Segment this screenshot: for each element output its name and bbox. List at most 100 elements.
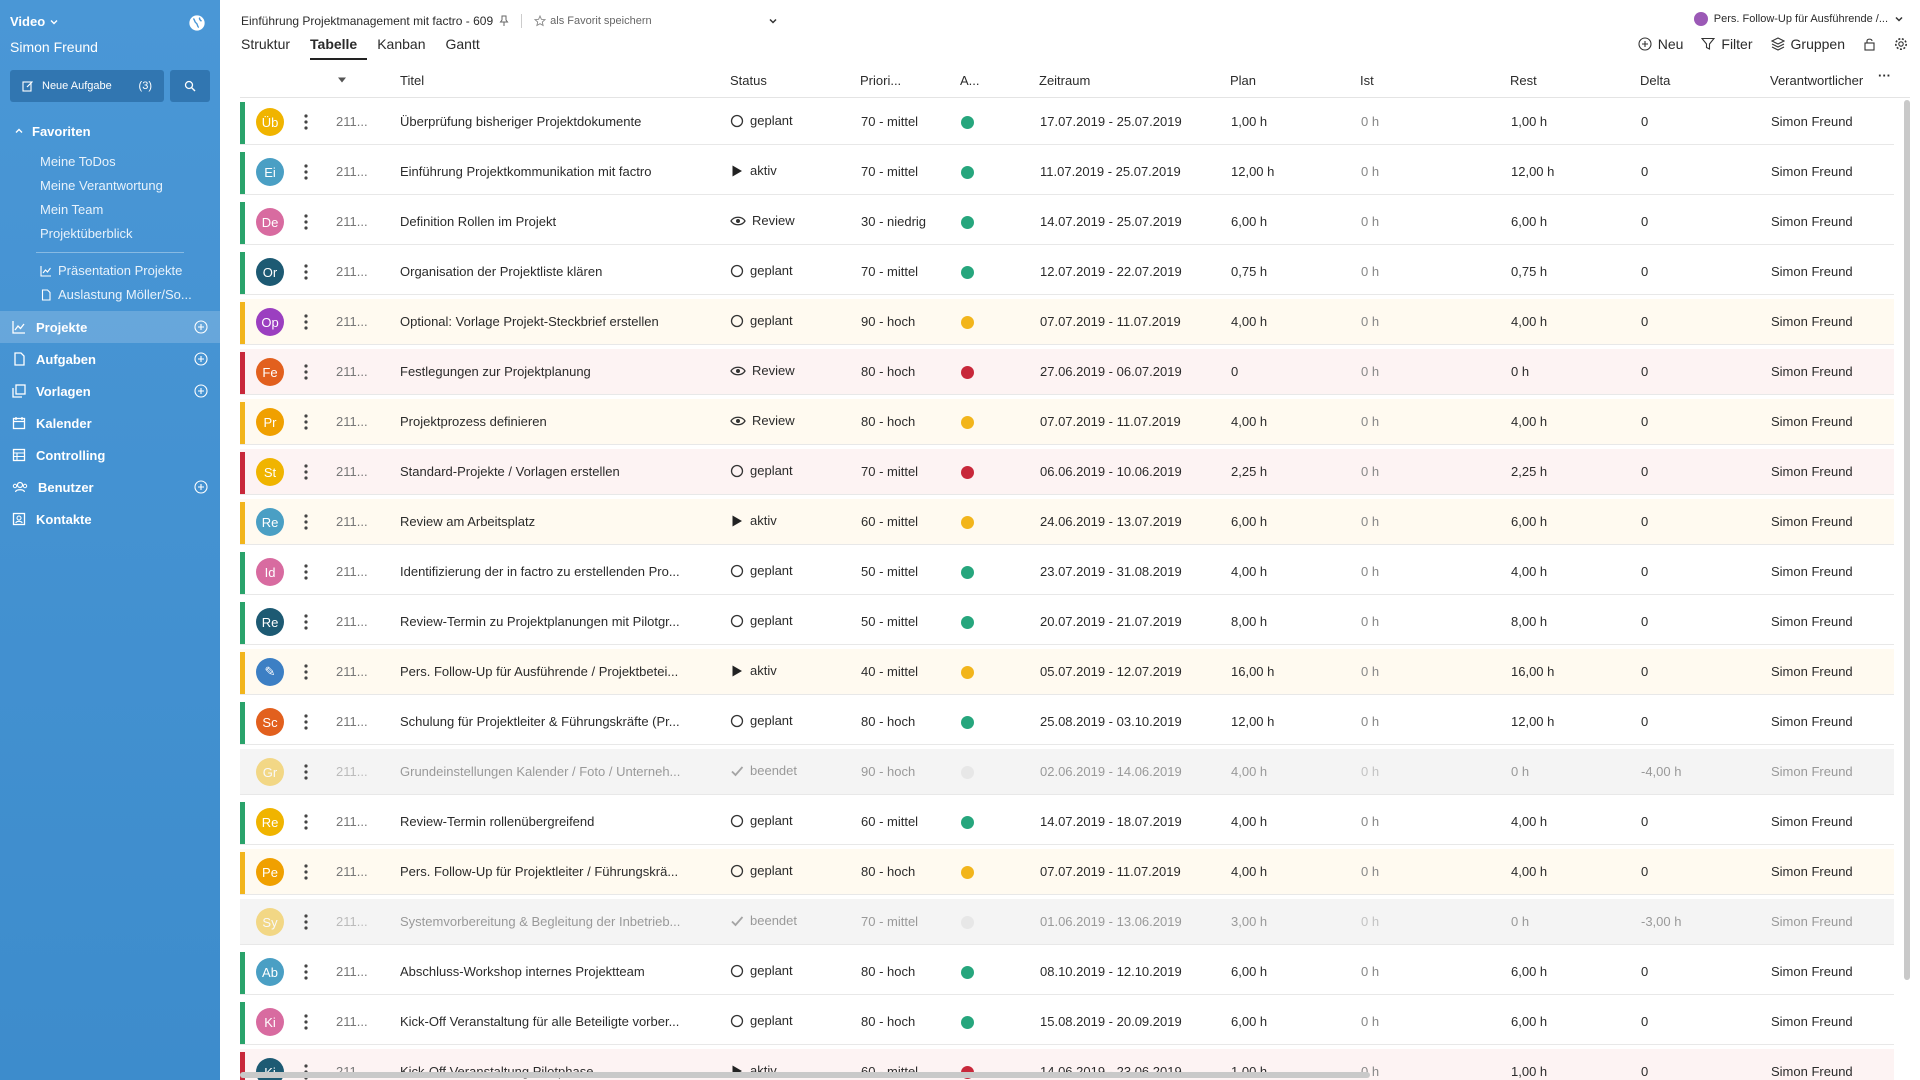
saved-view-selector[interactable]: Pers. Follow-Up für Ausführende /... bbox=[1693, 12, 1904, 26]
more-vertical-icon[interactable] bbox=[304, 913, 308, 931]
avatar[interactable]: Op bbox=[256, 308, 284, 336]
task-status[interactable]: beendet bbox=[730, 913, 797, 928]
favorite-item[interactable]: Meine Verantwortung bbox=[0, 174, 220, 198]
table-row[interactable]: De 211... Definition Rollen im Projekt Revi… bbox=[240, 199, 1894, 245]
task-title[interactable]: Festlegungen zur Projektplanung bbox=[400, 364, 591, 379]
task-title[interactable]: Grundeinstellungen Kalender / Foto / Unt… bbox=[400, 764, 680, 779]
more-vertical-icon[interactable] bbox=[304, 713, 308, 731]
task-title[interactable]: Identifizierung der in factro zu erstell… bbox=[400, 564, 680, 579]
task-title[interactable]: Optional: Vorlage Projekt-Steckbrief ers… bbox=[400, 314, 659, 329]
more-vertical-icon[interactable] bbox=[304, 413, 308, 431]
nav-kalender[interactable]: Kalender bbox=[0, 407, 220, 439]
table-row[interactable]: Sy 211... Systemvorbereitung & Begleitung … bbox=[240, 899, 1894, 945]
table-row[interactable]: St 211... Standard-Projekte / Vorlagen ers… bbox=[240, 449, 1894, 495]
column-rest[interactable]: Rest bbox=[1510, 73, 1537, 88]
avatar[interactable]: ✎ bbox=[256, 658, 284, 686]
column-delta[interactable]: Delta bbox=[1640, 73, 1670, 88]
add-icon[interactable] bbox=[194, 384, 208, 398]
task-title[interactable]: Review-Termin rollenübergreifend bbox=[400, 814, 594, 829]
more-vertical-icon[interactable] bbox=[304, 963, 308, 981]
nav-kontakte[interactable]: Kontakte bbox=[0, 503, 220, 535]
task-status[interactable]: aktiv bbox=[730, 663, 777, 678]
task-title[interactable]: Kick-Off Veranstaltung für alle Beteilig… bbox=[400, 1014, 679, 1029]
add-icon[interactable] bbox=[194, 480, 208, 494]
pinned-item[interactable]: Präsentation Projekte bbox=[0, 259, 220, 283]
task-status[interactable]: aktiv bbox=[730, 513, 777, 528]
pin-icon[interactable] bbox=[499, 15, 509, 27]
avatar[interactable]: Re bbox=[256, 508, 284, 536]
column-status[interactable]: Status bbox=[730, 73, 767, 88]
task-status[interactable]: Review bbox=[730, 413, 795, 428]
tab-tabelle[interactable]: Tabelle bbox=[310, 36, 368, 60]
add-icon[interactable] bbox=[194, 320, 208, 334]
more-vertical-icon[interactable] bbox=[304, 513, 308, 531]
more-vertical-icon[interactable] bbox=[304, 613, 308, 631]
task-status[interactable]: geplant bbox=[730, 613, 793, 628]
table-row[interactable]: ✎ 211... Pers. Follow-Up für Ausführende /… bbox=[240, 649, 1894, 695]
avatar[interactable]: Ab bbox=[256, 958, 284, 986]
avatar[interactable]: St bbox=[256, 458, 284, 486]
table-row[interactable]: Op 211... Optional: Vorlage Projekt-Steckb… bbox=[240, 299, 1894, 345]
task-title[interactable]: Systemvorbereitung & Begleitung der Inbe… bbox=[400, 914, 680, 929]
task-status[interactable]: geplant bbox=[730, 713, 793, 728]
task-status[interactable]: geplant bbox=[730, 313, 793, 328]
avatar[interactable]: Üb bbox=[256, 108, 284, 136]
more-vertical-icon[interactable] bbox=[304, 213, 308, 231]
task-status[interactable]: geplant bbox=[730, 563, 793, 578]
avatar[interactable]: Ki bbox=[256, 1008, 284, 1036]
table-row[interactable]: Re 211... Review am Arbeitsplatz aktiv 60 - … bbox=[240, 499, 1894, 545]
more-vertical-icon[interactable] bbox=[304, 313, 308, 331]
more-icon[interactable]: ··· bbox=[1878, 68, 1891, 83]
new-task-button[interactable]: Neue Aufgabe (3) bbox=[10, 70, 164, 102]
chevron-down-icon[interactable] bbox=[768, 16, 778, 26]
avatar[interactable]: De bbox=[256, 208, 284, 236]
column-title[interactable]: Titel bbox=[400, 73, 424, 88]
task-status[interactable]: geplant bbox=[730, 263, 793, 278]
avatar[interactable]: Gr bbox=[256, 758, 284, 786]
task-status[interactable]: geplant bbox=[730, 813, 793, 828]
tab-kanban[interactable]: Kanban bbox=[377, 36, 435, 60]
table-row[interactable]: Re 211... Review-Termin zu Projektplanunge… bbox=[240, 599, 1894, 645]
more-vertical-icon[interactable] bbox=[304, 263, 308, 281]
table-row[interactable]: Fe 211... Festlegungen zur Projektplanung R… bbox=[240, 349, 1894, 395]
avatar[interactable]: Pr bbox=[256, 408, 284, 436]
globe-icon[interactable] bbox=[188, 14, 206, 32]
sort-caret-icon[interactable] bbox=[337, 77, 347, 83]
task-title[interactable]: Pers. Follow-Up für Ausführende / Projek… bbox=[400, 664, 678, 679]
more-vertical-icon[interactable] bbox=[304, 113, 308, 131]
table-row[interactable]: Ki 211... Kick-Off Veranstaltung für alle … bbox=[240, 999, 1894, 1045]
column-range[interactable]: Zeitraum bbox=[1039, 73, 1090, 88]
column-a[interactable]: A... bbox=[960, 73, 980, 88]
task-title[interactable]: Standard-Projekte / Vorlagen erstellen bbox=[400, 464, 620, 479]
more-vertical-icon[interactable] bbox=[304, 563, 308, 581]
avatar[interactable]: Id bbox=[256, 558, 284, 586]
avatar[interactable]: Ei bbox=[256, 158, 284, 186]
task-status[interactable]: beendet bbox=[730, 763, 797, 778]
table-row[interactable]: Pr 211... Projektprozess definieren Review 8… bbox=[240, 399, 1894, 445]
table-row[interactable]: Üb 211... Überprüfung bisheriger Projektdo… bbox=[240, 99, 1894, 145]
avatar[interactable]: Sc bbox=[256, 708, 284, 736]
task-status[interactable]: geplant bbox=[730, 1013, 793, 1028]
tab-struktur[interactable]: Struktur bbox=[241, 36, 300, 60]
vertical-scrollbar[interactable] bbox=[1904, 100, 1910, 980]
table-row[interactable]: Pe 211... Pers. Follow-Up für Projektleite… bbox=[240, 849, 1894, 895]
avatar[interactable]: Sy bbox=[256, 908, 284, 936]
task-status[interactable]: aktiv bbox=[730, 163, 777, 178]
nav-controlling[interactable]: Controlling bbox=[0, 439, 220, 471]
avatar[interactable]: Pe bbox=[256, 858, 284, 886]
task-status[interactable]: geplant bbox=[730, 863, 793, 878]
tab-gantt[interactable]: Gantt bbox=[446, 36, 490, 60]
filter-button[interactable]: Filter bbox=[1701, 36, 1753, 52]
avatar[interactable]: Fe bbox=[256, 358, 284, 386]
table-row[interactable]: Id 211... Identifizierung der in factro zu… bbox=[240, 549, 1894, 595]
avatar[interactable]: Re bbox=[256, 808, 284, 836]
more-vertical-icon[interactable] bbox=[304, 363, 308, 381]
lock-icon[interactable] bbox=[1863, 37, 1876, 51]
task-status[interactable]: geplant bbox=[730, 463, 793, 478]
add-icon[interactable] bbox=[194, 352, 208, 366]
favorite-toggle[interactable]: als Favorit speichern bbox=[534, 15, 652, 27]
more-vertical-icon[interactable] bbox=[304, 463, 308, 481]
task-title[interactable]: Einführung Projektkommunikation mit fact… bbox=[400, 164, 651, 179]
task-title[interactable]: Pers. Follow-Up für Projektleiter / Führ… bbox=[400, 864, 678, 879]
pinned-item[interactable]: Auslastung Möller/So... bbox=[0, 283, 220, 307]
